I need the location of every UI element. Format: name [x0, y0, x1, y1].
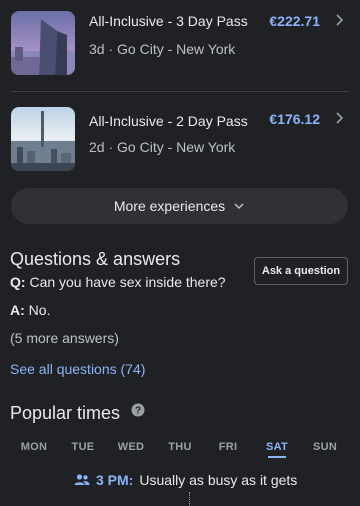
people-icon [74, 474, 90, 485]
question-prefix: Q: [10, 274, 26, 290]
busyness-status: 3 PM: Usually as busy as it gets [74, 472, 297, 488]
busy-time: 3 PM: [96, 472, 134, 488]
busy-status-text: Usually as busy as it gets [139, 472, 298, 488]
experience-item[interactable]: All-Inclusive - 2 Day Pass 2d · Go City … [0, 97, 360, 187]
popular-times-title: Popular times [10, 403, 121, 423]
question-text: Can you have sex inside there? [29, 274, 226, 290]
experience-price: €222.71 [269, 13, 320, 29]
svg-text:?: ? [135, 406, 141, 417]
question[interactable]: Q: Can you have sex inside there? [10, 274, 226, 290]
ask-question-button[interactable]: Ask a question [254, 257, 348, 285]
experience-title: All-Inclusive - 2 Day Pass [89, 113, 248, 129]
more-answers-link[interactable]: (5 more answers) [10, 330, 119, 346]
qa-section-title: Questions & answers [10, 249, 181, 269]
tab-sun[interactable]: SUN [305, 441, 345, 453]
experience-item[interactable]: All-Inclusive - 3 Day Pass 3d · Go City … [0, 0, 360, 90]
day-tabs: MON TUE WED THU FRI SAT SUN [10, 441, 350, 461]
help-circle-icon[interactable]: ? [131, 403, 145, 417]
experience-provider: Go City - New York [117, 139, 236, 155]
separator: · [104, 41, 118, 57]
tab-mon[interactable]: MON [14, 441, 54, 453]
experience-provider: Go City - New York [117, 41, 236, 57]
experience-duration: 2d [89, 139, 105, 155]
chevron-right-icon [336, 14, 344, 26]
experience-duration: 3d [89, 41, 105, 57]
more-experiences-label: More experiences [113, 198, 226, 214]
experience-subtitle: 3d · Go City - New York [89, 41, 235, 57]
tab-fri[interactable]: FRI [208, 441, 248, 453]
selected-day-indicator [268, 456, 286, 458]
tab-thu[interactable]: THU [160, 441, 200, 453]
current-time-marker [189, 492, 190, 506]
tab-wed[interactable]: WED [111, 441, 151, 453]
chevron-right-icon [336, 112, 344, 124]
answer-prefix: A: [10, 302, 25, 318]
tab-tue[interactable]: TUE [63, 441, 103, 453]
experience-title: All-Inclusive - 3 Day Pass [89, 13, 248, 29]
experience-price: €176.12 [269, 111, 320, 127]
separator: · [104, 139, 118, 155]
more-experiences-button[interactable]: More experiences [11, 188, 348, 224]
experience-thumbnail [11, 11, 75, 75]
experience-subtitle: 2d · Go City - New York [89, 139, 235, 155]
chevron-down-icon [234, 203, 244, 210]
experience-thumbnail [11, 107, 75, 171]
tab-sat[interactable]: SAT [257, 441, 297, 453]
answer-text: No. [28, 302, 51, 318]
see-all-questions-link[interactable]: See all questions (74) [10, 361, 145, 377]
answer: A: No. [10, 302, 50, 318]
divider [11, 91, 349, 92]
